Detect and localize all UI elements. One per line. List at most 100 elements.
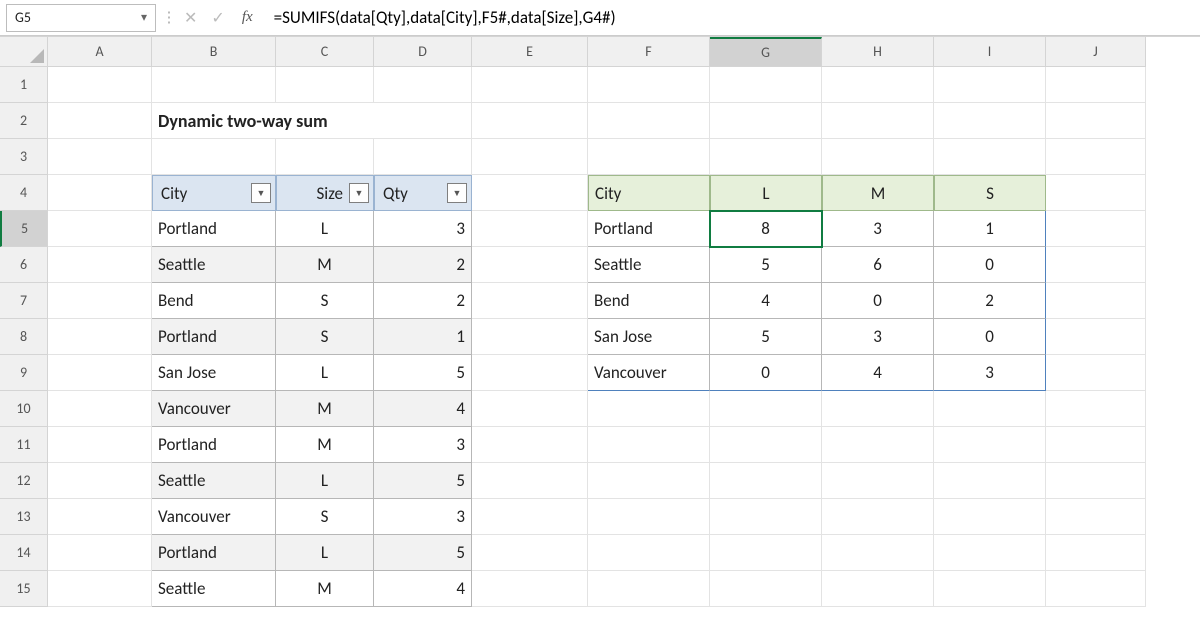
col-header[interactable]: E — [472, 37, 588, 67]
col-header[interactable]: F — [588, 37, 710, 67]
col-header[interactable]: J — [1046, 37, 1146, 67]
cell[interactable] — [1046, 391, 1146, 427]
cell[interactable] — [48, 463, 152, 499]
summary-value[interactable]: 0 — [934, 319, 1046, 355]
row-header[interactable]: 5 — [0, 211, 48, 247]
row-header[interactable]: 13 — [0, 499, 48, 535]
cell[interactable] — [276, 139, 374, 175]
table-header-qty[interactable]: Qty▼ — [374, 175, 472, 211]
cell[interactable] — [934, 103, 1046, 139]
active-cell[interactable]: 8 — [710, 211, 822, 247]
cell[interactable] — [710, 535, 822, 571]
col-header[interactable]: I — [934, 37, 1046, 67]
row-header[interactable]: 7 — [0, 283, 48, 319]
cell[interactable] — [472, 535, 588, 571]
filter-dropdown-icon[interactable]: ▼ — [251, 183, 271, 203]
cell[interactable] — [710, 139, 822, 175]
table-row[interactable]: Portland — [152, 427, 276, 463]
cell[interactable] — [48, 319, 152, 355]
cancel-icon[interactable]: ✕ — [184, 8, 197, 28]
name-box[interactable]: G5 ▾ — [6, 4, 156, 32]
table-row[interactable]: M — [276, 391, 374, 427]
cell[interactable] — [1046, 283, 1146, 319]
cell[interactable] — [48, 355, 152, 391]
table-row[interactable]: 1 — [374, 319, 472, 355]
table-row[interactable]: 3 — [374, 499, 472, 535]
row-header[interactable]: 4 — [0, 175, 48, 211]
cell[interactable] — [472, 319, 588, 355]
chevron-down-icon[interactable]: ▾ — [141, 10, 147, 25]
row-header[interactable]: 2 — [0, 103, 48, 139]
cell[interactable] — [822, 463, 934, 499]
cell[interactable] — [472, 391, 588, 427]
summary-header-size[interactable]: L — [710, 175, 822, 211]
table-row[interactable]: M — [276, 427, 374, 463]
table-header-size[interactable]: Size▼ — [276, 175, 374, 211]
filter-dropdown-icon[interactable]: ▼ — [447, 183, 467, 203]
fx-icon[interactable]: fx — [239, 8, 256, 27]
cell[interactable] — [710, 103, 822, 139]
cell[interactable] — [934, 535, 1046, 571]
table-row[interactable]: Seattle — [152, 463, 276, 499]
spreadsheet-grid[interactable]: A B C D E F G H I J 1 2 Dynamic two-way … — [0, 36, 1200, 607]
cell[interactable] — [822, 499, 934, 535]
cell[interactable] — [822, 427, 934, 463]
row-header[interactable]: 12 — [0, 463, 48, 499]
cell[interactable] — [276, 67, 374, 103]
summary-city[interactable]: Bend — [588, 283, 710, 319]
cell[interactable] — [934, 67, 1046, 103]
cell[interactable] — [588, 67, 710, 103]
cell[interactable] — [934, 463, 1046, 499]
table-row[interactable]: 5 — [374, 463, 472, 499]
summary-value[interactable]: 3 — [822, 319, 934, 355]
table-row[interactable]: 4 — [374, 391, 472, 427]
row-header[interactable]: 6 — [0, 247, 48, 283]
cell[interactable] — [588, 139, 710, 175]
cell[interactable] — [48, 571, 152, 607]
table-row[interactable]: S — [276, 499, 374, 535]
summary-value[interactable]: 0 — [710, 355, 822, 391]
cell[interactable] — [48, 67, 152, 103]
cell[interactable] — [472, 571, 588, 607]
summary-city[interactable]: Portland — [588, 211, 710, 247]
table-row[interactable]: 4 — [374, 571, 472, 607]
cell[interactable] — [472, 67, 588, 103]
cell[interactable] — [48, 499, 152, 535]
summary-value[interactable]: 5 — [710, 247, 822, 283]
cell[interactable] — [822, 391, 934, 427]
table-row[interactable]: L — [276, 535, 374, 571]
table-row[interactable]: 5 — [374, 535, 472, 571]
summary-value[interactable]: 2 — [934, 283, 1046, 319]
summary-value[interactable]: 4 — [822, 355, 934, 391]
cell[interactable] — [822, 103, 934, 139]
cell[interactable] — [822, 139, 934, 175]
cell[interactable] — [1046, 355, 1146, 391]
row-header[interactable]: 11 — [0, 427, 48, 463]
accept-icon[interactable]: ✓ — [211, 8, 224, 28]
table-row[interactable]: S — [276, 283, 374, 319]
cell[interactable] — [374, 67, 472, 103]
cell[interactable] — [48, 139, 152, 175]
cell[interactable] — [1046, 535, 1146, 571]
cell[interactable] — [1046, 247, 1146, 283]
cell[interactable] — [822, 67, 934, 103]
col-header[interactable]: C — [276, 37, 374, 67]
cell[interactable] — [48, 211, 152, 247]
cell[interactable] — [934, 391, 1046, 427]
cell[interactable] — [1046, 319, 1146, 355]
row-header[interactable]: 8 — [0, 319, 48, 355]
summary-value[interactable]: 3 — [822, 211, 934, 247]
cell[interactable] — [1046, 175, 1146, 211]
cell[interactable] — [472, 463, 588, 499]
cell[interactable] — [48, 427, 152, 463]
cell[interactable] — [472, 175, 588, 211]
cell[interactable] — [710, 67, 822, 103]
table-row[interactable]: L — [276, 463, 374, 499]
formula-input[interactable] — [266, 2, 1194, 34]
table-row[interactable]: Vancouver — [152, 391, 276, 427]
select-all-corner[interactable] — [0, 37, 48, 67]
table-row[interactable]: 2 — [374, 283, 472, 319]
summary-value[interactable]: 1 — [934, 211, 1046, 247]
cell[interactable] — [472, 211, 588, 247]
table-row[interactable]: Vancouver — [152, 499, 276, 535]
